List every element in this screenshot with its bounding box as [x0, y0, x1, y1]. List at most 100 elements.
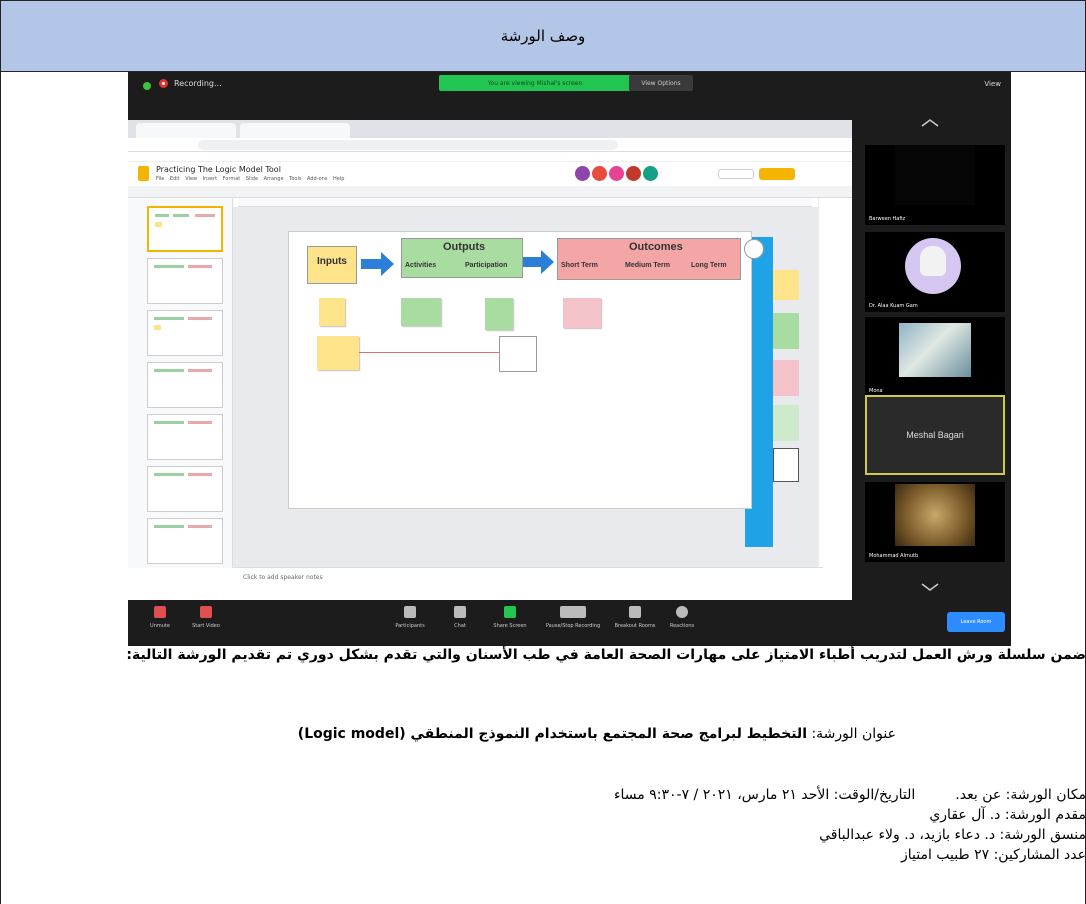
breakout-rooms-icon [629, 606, 641, 618]
participant-name: Mohammad Almutb [869, 553, 919, 559]
participants-label: Participants [395, 623, 425, 629]
view-options-label: View Options [641, 79, 681, 87]
slides-logo-icon [138, 166, 149, 181]
slides-menu: File Edit View Insert Format Slide Arran… [156, 176, 345, 182]
workshop-title-value: التخطيط لبرامج صحة المجتمع باستخدام النم… [297, 726, 807, 742]
reactions-icon [676, 606, 688, 618]
share-screen-icon [504, 606, 516, 618]
logic-model-slide: Inputs Outputs Activities Participation … [288, 231, 752, 509]
workshop-title-line: عنوان الورشة: التخطيط لبرامج صحة المجتمع… [298, 726, 896, 742]
slide-thumbnail [147, 466, 223, 512]
slide-thumbnail [147, 206, 223, 252]
slide-thumbnail [147, 362, 223, 408]
chevron-up-icon [921, 119, 939, 127]
record-icon [159, 79, 168, 88]
avatar [609, 166, 624, 181]
reactions-button: Reactions [662, 606, 702, 629]
outcomes-short-term: Short Term [561, 262, 598, 269]
share-screen-label: Share Screen [493, 623, 527, 629]
start-video-label: Start Video [192, 623, 220, 629]
slide-thumbnail [147, 414, 223, 460]
present-button [718, 169, 754, 179]
coordinator-row: منسق الورشة: د. دعاء بازيد، د. ولاء عبدا… [0, 825, 1086, 845]
arrow-icon [361, 252, 394, 276]
workshop-attendees: عدد المشاركين: ٢٧ طبيب امتياز [900, 847, 1086, 863]
browser-tab [428, 123, 488, 138]
next-slide-fragment [773, 313, 799, 349]
outcomes-medium-term: Medium Term [625, 262, 670, 269]
slides-header: Practicing The Logic Model Tool File Edi… [128, 162, 852, 186]
outputs-participation: Participation [465, 262, 508, 269]
share-banner-text: You are viewing Mishal's screen [487, 79, 583, 87]
workshop-datetime: التاريخ/الوقت: الأحد ٢١ مارس، ٢٠٢١ / ٧-٩… [613, 787, 916, 803]
pause-stop-icon [560, 606, 586, 618]
browser-tab [136, 123, 236, 138]
sticky-note [401, 298, 441, 326]
workshop-presenter: مقدم الورشة: د. آل عقاري [929, 807, 1086, 823]
workshop-location: مكان الورشة: عن بعد. [955, 787, 1086, 803]
mute-button: Unmute [140, 606, 180, 629]
outcomes-label: Outcomes [629, 241, 683, 253]
attendees-row: عدد المشاركين: ٢٧ طبيب امتياز [0, 845, 1086, 865]
view-label: View [984, 80, 1001, 88]
next-slide-fragment [773, 405, 799, 441]
slide-filmstrip [128, 198, 233, 568]
outputs-label: Outputs [443, 241, 486, 253]
participant-gallery: Barween Hafiz Dr. Alaa Kuam Gam Mona Mes… [852, 102, 1011, 616]
document-title: وصف الورشة [500, 27, 586, 45]
sticky-note [317, 336, 359, 370]
chat-icon [454, 606, 466, 618]
sticky-note [563, 298, 601, 328]
participant-tile: Dr. Alaa Kuam Gam [865, 232, 1005, 312]
slides-toolbar [128, 186, 852, 198]
avatar [643, 166, 658, 181]
recording-indicator: Recording... [159, 79, 222, 88]
doc-title: Practicing The Logic Model Tool [156, 165, 281, 174]
participant-tile: Mona [865, 317, 1005, 397]
workshop-details: مكان الورشة: عن بعد. التاريخ/الوقت: الأحد… [0, 785, 1086, 865]
location-datetime-row: مكان الورشة: عن بعد. التاريخ/الوقت: الأحد… [0, 785, 1086, 805]
video-feed [895, 145, 975, 205]
presenter-row: مقدم الورشة: د. آل عقاري [0, 805, 1086, 825]
breakout-rooms-button: Breakout Rooms [610, 606, 660, 629]
participant-tile: Barween Hafiz [865, 145, 1005, 225]
arrow-icon [523, 250, 554, 274]
document-header: وصف الورشة [0, 0, 1086, 72]
leave-room-label: Leave Room [960, 619, 992, 625]
slide-nav-button [744, 239, 764, 259]
chat-button: Chat [440, 606, 480, 629]
browser-tab-active [240, 123, 350, 138]
participants-button: Participants [390, 606, 430, 629]
participant-name: Barween Hafiz [869, 216, 906, 222]
browser-tabbar [128, 120, 852, 138]
chevron-down-icon [921, 583, 939, 591]
recording-label: Recording... [174, 79, 222, 88]
view-button: View [984, 80, 1001, 88]
leave-room-button: Leave Room [947, 612, 1005, 632]
avatar [575, 166, 590, 181]
recording-button-label: Pause/Stop Recording [545, 623, 601, 629]
zoom-top-bar: Recording... You are viewing Mishal's sc… [128, 72, 1011, 102]
avatar [592, 166, 607, 181]
next-slide-fragment [773, 448, 799, 482]
participant-name-large: Meshal Bagari [906, 430, 964, 440]
intro-paragraph: ضمن سلسلة ورش العمل لتدريب أطباء الامتيا… [126, 647, 1086, 663]
avatar [626, 166, 641, 181]
collaborator-avatars [575, 166, 658, 181]
microphone-icon [154, 606, 166, 618]
bookmarks-bar [128, 152, 852, 162]
view-options-button: View Options [629, 75, 693, 91]
screen-share-banner: You are viewing Mishal's screen [439, 75, 631, 91]
connection-indicator [143, 82, 151, 90]
participant-tile: Mohammad Almutb [865, 482, 1005, 562]
sticky-note [485, 298, 513, 330]
shared-screen: Practicing The Logic Model Tool File Edi… [128, 120, 852, 600]
side-panel-icons [818, 198, 852, 568]
camera-icon [200, 606, 212, 618]
reactions-label: Reactions [669, 623, 695, 629]
notes-placeholder: Click to add speaker notes [243, 574, 323, 581]
speaker-notes: Click to add speaker notes [233, 567, 823, 595]
breakout-rooms-label: Breakout Rooms [614, 623, 656, 629]
participants-icon [404, 606, 416, 618]
start-video-button: Start Video [186, 606, 226, 629]
